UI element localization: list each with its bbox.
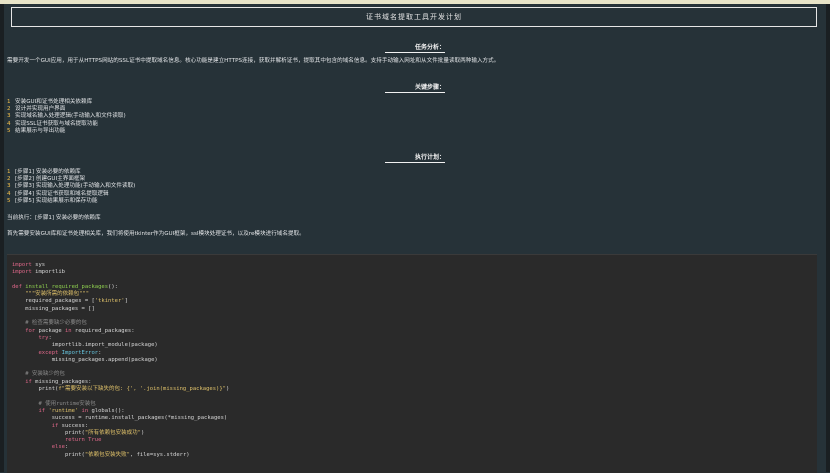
current-execution-text: 当前执行：[步骤1] 安装必要的依赖库 <box>7 215 101 221</box>
execution-plan-list: 1 [步骤1] 安装必要的依赖库 2 [步骤2] 创建GUI主界面框架 3 [步骤3]… <box>7 169 135 205</box>
task-analysis-heading: 任务分析： <box>0 42 830 53</box>
list-item: 4 [步骤4] 实现证书获取和域名提取逻辑 <box>7 190 109 197</box>
execution-description-text: 首先需要安装GUI库和证书处理相关库，我们将使用tkinter作为GUI框架，s… <box>7 231 305 237</box>
page-title: 证书域名提取工具开发计划 <box>11 7 817 27</box>
right-scrollbar[interactable] <box>826 4 830 472</box>
list-item: 5 结果展示与导出功能 <box>7 127 66 134</box>
list-item: 3 [步骤3] 实现输入处理功能(手动输入和文件读取) <box>7 183 136 190</box>
code-content: import sys import importlib def install_… <box>12 262 230 458</box>
list-item: 4 实现SSL证书获取与域名提取功能 <box>7 120 98 127</box>
key-steps-heading: 关键步骤： <box>0 82 830 93</box>
execution-plan-heading: 执行计划： <box>0 152 830 163</box>
task-analysis-text: 需要开发一个GUI应用，用于从HTTPS网站的SSL证书中提取域名信息。核心功能… <box>7 58 500 64</box>
left-gutter <box>0 4 4 472</box>
list-item: 3 实现域名输入处理逻辑(手动输入和文件读取) <box>7 113 126 120</box>
key-steps-list: 1 安装GUI和证书处理相关依赖库 2 设计并实现用户界面 3 实现域名输入处理逻辑(… <box>7 99 126 135</box>
top-strip <box>0 0 830 4</box>
list-item: 5 [步骤5] 实现结果展示和保存功能 <box>7 197 98 204</box>
